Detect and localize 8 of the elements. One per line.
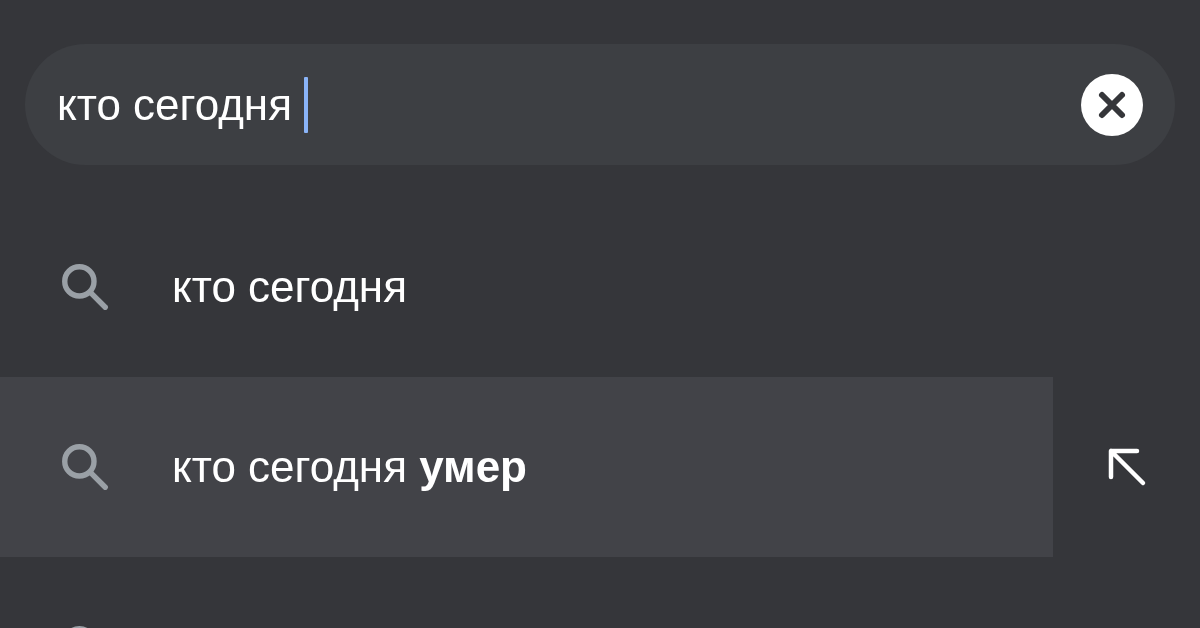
- suggestion-text: кто сегодня: [172, 262, 407, 312]
- clear-icon[interactable]: [1081, 73, 1143, 136]
- suggestion-text: кто сегодня умер: [172, 442, 527, 492]
- search-field[interactable]: кто сегодня: [25, 44, 1175, 165]
- arrow-up-left-icon[interactable]: [1106, 447, 1147, 487]
- suggestion-row[interactable]: кто сегодня: [0, 197, 1053, 377]
- text-cursor: [304, 76, 309, 133]
- suggestion-row[interactable]: кто сегодня умер: [0, 377, 1053, 557]
